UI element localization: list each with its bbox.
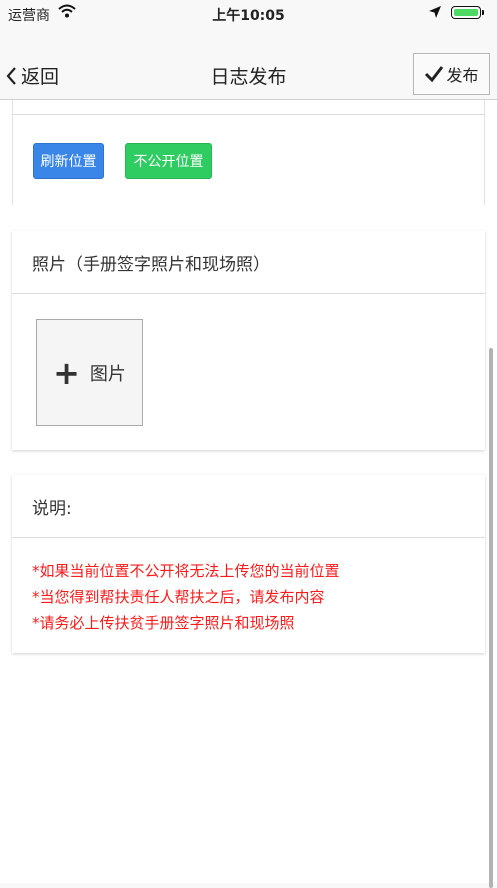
navigation-bar: 返回 日志发布 发布 — [0, 26, 497, 100]
add-photo-button[interactable]: + 图片 — [36, 319, 143, 426]
publish-button[interactable]: 发布 — [413, 53, 490, 95]
description-header: 说明: — [12, 475, 485, 538]
checkmark-icon — [425, 66, 444, 83]
divider — [13, 114, 484, 115]
description-line: *当您得到帮扶责任人帮扶之后，请发布内容 — [32, 588, 325, 606]
description-line: *如果当前位置不公开将无法上传您的当前位置 — [32, 562, 340, 580]
battery-tip — [482, 10, 484, 15]
photo-card: 照片（手册签字照片和现场照） + 图片 — [12, 231, 485, 450]
description-body: *如果当前位置不公开将无法上传您的当前位置 *当您得到帮扶责任人帮扶之后，请发布… — [12, 538, 485, 636]
description-line: *请务必上传扶贫手册签字照片和现场照 — [32, 614, 295, 632]
form-content[interactable]: 刷新位置 不公开位置 照片（手册签字照片和现场照） + 图片 说明: *如果当前… — [0, 100, 497, 883]
photo-card-header: 照片（手册签字照片和现场照） — [12, 231, 485, 294]
battery-icon — [451, 6, 481, 19]
publish-label: 发布 — [446, 66, 479, 85]
status-bar: 运营商 上午10:05 — [0, 0, 497, 26]
scrollbar[interactable] — [489, 348, 493, 888]
private-location-button[interactable]: 不公开位置 — [125, 143, 212, 179]
description-card: 说明: *如果当前位置不公开将无法上传您的当前位置 *当您得到帮扶责任人帮扶之后… — [12, 475, 485, 653]
plus-icon: + — [53, 353, 80, 392]
clock: 上午10:05 — [212, 8, 285, 24]
refresh-location-button[interactable]: 刷新位置 — [33, 143, 104, 179]
add-photo-label: 图片 — [89, 363, 126, 385]
location-arrow-icon — [428, 5, 442, 23]
location-card: 刷新位置 不公开位置 — [12, 100, 485, 205]
